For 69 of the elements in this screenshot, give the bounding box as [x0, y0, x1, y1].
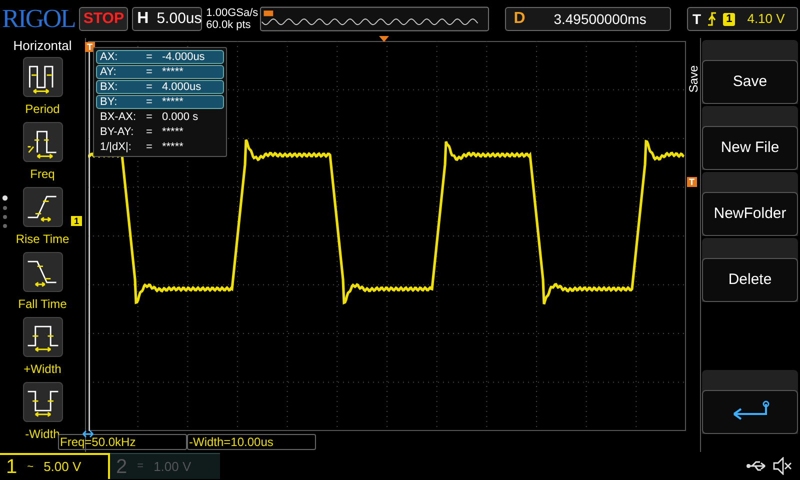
return-button[interactable]	[702, 390, 798, 434]
measure-label: Period	[25, 101, 60, 118]
timebase-label: H	[137, 9, 149, 29]
page-dots-icon	[2, 195, 8, 229]
trigger-level: 4.10 V	[747, 10, 785, 28]
measure-nwidth-button[interactable]	[22, 382, 62, 422]
run-state-indicator: STOP	[79, 7, 128, 31]
sample-rate: 1.00GSa/s	[206, 7, 256, 19]
measure-label: Freq	[30, 166, 55, 183]
menu-button[interactable]: NewFolder	[702, 192, 798, 236]
readout-equals: =	[146, 50, 154, 65]
channel-active-tab[interactable]: 1 ~ 5.00 V	[0, 453, 110, 479]
readout-equals: =	[146, 140, 154, 155]
readout-value: *****	[162, 94, 184, 110]
readout-equals: =	[146, 124, 154, 140]
trigger-position-marker: T	[85, 42, 94, 52]
measurement-result: -Width=10.00us	[187, 434, 316, 450]
trigger-source-badge: 1	[723, 12, 736, 26]
readout-value: 0.000 s	[162, 110, 198, 125]
center-position-marker	[379, 36, 389, 43]
measure-label: Rise Time	[16, 231, 70, 248]
cursor-arrow-icon	[82, 430, 94, 438]
delay-value: 3.49500000ms	[554, 10, 646, 28]
channel-scale: 1.00 V	[154, 458, 192, 476]
readout-name: BX:	[100, 80, 119, 95]
rising-edge-icon	[707, 12, 718, 26]
readout-equals: =	[146, 80, 154, 95]
measure-label: -Width	[25, 426, 60, 443]
measure-period-button[interactable]	[22, 57, 62, 97]
measure-label: Fall Time	[18, 296, 67, 313]
mute-icon	[772, 457, 792, 475]
coupling-symbol: =	[137, 459, 144, 474]
readout-name: BY:	[100, 94, 118, 110]
readout-equals: =	[146, 110, 154, 125]
menu-title: Save	[686, 65, 702, 93]
menu-button[interactable]: Delete	[702, 258, 798, 302]
channel-number: 2	[116, 454, 128, 480]
readout-name: BY-AY:	[100, 124, 135, 140]
readout-name: AY:	[100, 64, 118, 80]
measure-label: +Width	[24, 361, 62, 378]
readout-value: *****	[162, 64, 184, 80]
menu-button[interactable]: New File	[702, 126, 798, 170]
readout-value: -4.000us	[162, 50, 205, 65]
readout-name: BX-AX:	[100, 110, 138, 125]
measure-rise-button[interactable]	[22, 187, 62, 227]
usb-icon	[746, 460, 768, 472]
measure-pwidth-button[interactable]	[22, 317, 62, 357]
readout-name: AX:	[100, 50, 119, 65]
measure-fall-button[interactable]	[22, 252, 62, 292]
readout-equals: =	[146, 94, 154, 110]
coupling-symbol: ~	[27, 460, 34, 475]
readout-value: *****	[162, 140, 184, 155]
readout-value: 4.000us	[162, 80, 202, 95]
measure-freq-button[interactable]	[22, 122, 62, 162]
trigger-label: T	[692, 10, 702, 28]
brand-logo: RIGOL	[2, 6, 76, 32]
readout-value: *****	[162, 124, 184, 140]
panel-title: Horizontal	[13, 38, 72, 54]
readout-name: 1/|dX|:	[100, 140, 132, 155]
measurement-result: Freq=50.0kHz	[58, 434, 187, 450]
memory-depth: 60.0k pts	[206, 19, 252, 31]
timebase-value: 5.00us	[156, 8, 202, 29]
channel-number: 1	[6, 455, 18, 480]
trigger-level-marker: T	[687, 177, 696, 187]
readout-equals: =	[146, 64, 154, 80]
menu-button[interactable]: Save	[702, 60, 798, 104]
delay-label: D	[514, 9, 526, 29]
channel-scale: 5.00 V	[44, 458, 82, 476]
channel-offset-marker: 1	[71, 216, 82, 226]
